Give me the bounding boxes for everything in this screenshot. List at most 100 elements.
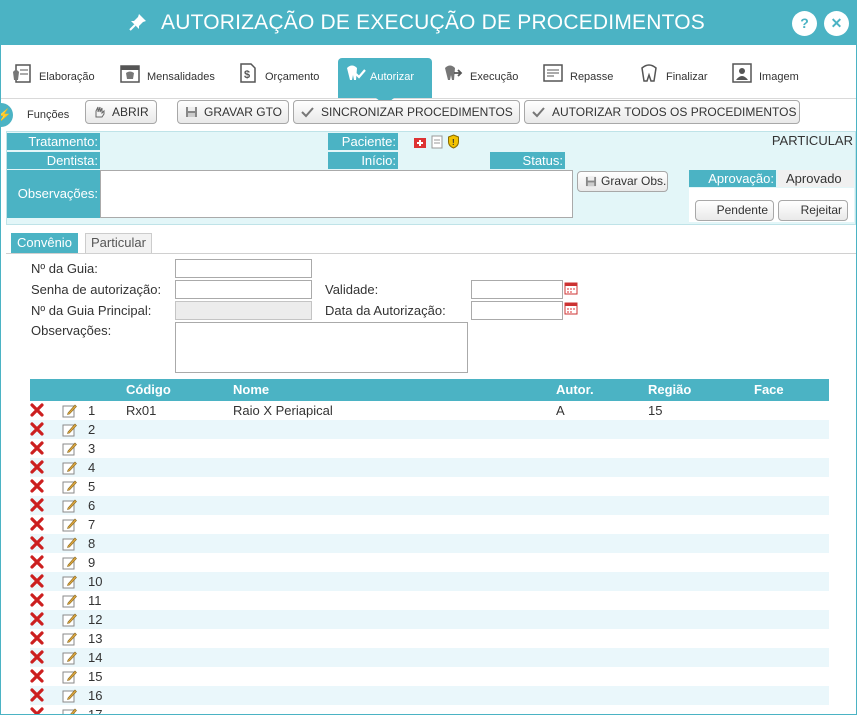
medical-kit-icon[interactable] — [413, 135, 427, 149]
tab-orcamento-label: Orçamento — [265, 71, 320, 83]
edit-icon[interactable] — [62, 555, 77, 570]
row-number: 12 — [88, 612, 103, 627]
table-row[interactable]: 6 — [30, 496, 829, 515]
edit-icon[interactable] — [62, 403, 77, 418]
delete-icon[interactable] — [30, 460, 44, 474]
gravar-obs-button[interactable]: Gravar Obs. — [577, 171, 668, 192]
guia-input[interactable] — [175, 259, 312, 278]
delete-icon[interactable] — [30, 517, 44, 531]
table-row[interactable]: 2 — [30, 420, 829, 439]
delete-icon[interactable] — [30, 574, 44, 588]
guia-principal-label: Nº da Guia Principal: — [31, 303, 152, 318]
delete-icon[interactable] — [30, 498, 44, 512]
table-row[interactable]: 13 — [30, 629, 829, 648]
abrir-button[interactable]: ABRIR — [85, 100, 157, 124]
table-row[interactable]: 7 — [30, 515, 829, 534]
delete-icon[interactable] — [30, 422, 44, 436]
delete-icon[interactable] — [30, 688, 44, 702]
table-row[interactable]: 9 — [30, 553, 829, 572]
check-icon — [301, 107, 314, 118]
status-label: Status: — [490, 152, 565, 169]
edit-icon[interactable] — [62, 593, 77, 608]
svg-text:$: $ — [244, 69, 250, 81]
delete-icon[interactable] — [30, 593, 44, 607]
treatment-header: Tratamento: Paciente: ! PARTICULAR Denti… — [6, 131, 856, 225]
svg-text:!: ! — [452, 138, 455, 147]
tab-particular[interactable]: Particular — [85, 233, 152, 253]
table-row[interactable]: 8 — [30, 534, 829, 553]
delete-icon[interactable] — [30, 441, 44, 455]
row-number: 3 — [88, 441, 96, 456]
delete-icon[interactable] — [30, 669, 44, 683]
tab-execucao-label: Execução — [470, 71, 519, 83]
autorizar-todos-button-label: AUTORIZAR TODOS OS PROCEDIMENTOS — [552, 105, 797, 119]
gravar-gto-button[interactable]: GRAVAR GTO — [177, 100, 289, 124]
observacoes-textarea[interactable] — [100, 170, 573, 218]
table-row[interactable]: 12 — [30, 610, 829, 629]
edit-icon[interactable] — [62, 498, 77, 513]
edit-icon[interactable] — [62, 612, 77, 627]
tab-convenio[interactable]: Convênio — [11, 233, 78, 253]
procedures-table-header: Código Nome Autor. Região Face — [30, 379, 829, 401]
edit-icon[interactable] — [62, 517, 77, 532]
delete-icon[interactable] — [30, 479, 44, 493]
row-number: 16 — [88, 688, 103, 703]
calendar-icon[interactable] — [564, 301, 578, 315]
validade-label: Validade: — [325, 282, 379, 297]
tab-autorizar[interactable]: Autorizar — [338, 58, 432, 105]
floppy-icon — [186, 107, 197, 117]
row-number: 2 — [88, 422, 96, 437]
table-row[interactable]: 15 — [30, 667, 829, 686]
table-row[interactable]: 14 — [30, 648, 829, 667]
table-row[interactable]: 3 — [30, 439, 829, 458]
abrir-button-label: ABRIR — [112, 105, 149, 119]
document-icon[interactable] — [431, 135, 443, 149]
delete-icon[interactable] — [30, 707, 44, 715]
delete-icon[interactable] — [30, 612, 44, 626]
delete-icon[interactable] — [30, 631, 44, 645]
senha-input[interactable] — [175, 280, 312, 299]
calendar-icon[interactable] — [564, 281, 578, 295]
edit-icon[interactable] — [62, 669, 77, 684]
table-row[interactable]: 11 — [30, 591, 829, 610]
row-codigo: Rx01 — [126, 403, 157, 418]
close-icon[interactable]: ✕ — [824, 11, 849, 36]
rejeitar-button[interactable]: Rejeitar — [778, 200, 848, 221]
autorizar-todos-button[interactable]: AUTORIZAR TODOS OS PROCEDIMENTOS — [524, 100, 800, 124]
tooth-arrow-icon — [445, 65, 463, 80]
table-row[interactable]: 16 — [30, 686, 829, 705]
edit-icon[interactable] — [62, 631, 77, 646]
form-observacoes-textarea[interactable] — [175, 322, 468, 373]
edit-icon[interactable] — [62, 422, 77, 437]
sincronizar-procedimentos-button[interactable]: SINCRONIZAR PROCEDIMENTOS — [293, 100, 520, 124]
data-autorizacao-input[interactable] — [471, 301, 563, 320]
edit-icon[interactable] — [62, 441, 77, 456]
table-row[interactable]: 1 Rx01 Raio X Periapical A 15 — [30, 401, 829, 420]
table-row[interactable]: 10 — [30, 572, 829, 591]
table-row[interactable]: 4 — [30, 458, 829, 477]
calendar-tooth-icon — [120, 65, 140, 83]
edit-icon[interactable] — [62, 707, 77, 715]
pin-icon[interactable] — [128, 12, 148, 32]
help-icon[interactable]: ? — [792, 11, 817, 36]
delete-icon[interactable] — [30, 403, 44, 417]
edit-icon[interactable] — [62, 479, 77, 494]
table-row[interactable]: 5 — [30, 477, 829, 496]
gravar-obs-label: Gravar Obs. — [601, 174, 667, 188]
tab-finalizar-label: Finalizar — [666, 71, 708, 83]
pendente-button[interactable]: Pendente — [695, 200, 774, 221]
edit-icon[interactable] — [62, 574, 77, 589]
edit-icon[interactable] — [62, 460, 77, 475]
shield-icon[interactable]: ! — [447, 134, 460, 149]
functions-label: Funções — [27, 109, 70, 121]
validade-input[interactable] — [471, 280, 563, 299]
delete-icon[interactable] — [30, 536, 44, 550]
table-row[interactable]: 17 — [30, 705, 829, 715]
edit-icon[interactable] — [62, 650, 77, 665]
edit-icon[interactable] — [62, 688, 77, 703]
delete-icon[interactable] — [30, 650, 44, 664]
delete-icon[interactable] — [30, 555, 44, 569]
senha-label: Senha de autorização: — [31, 282, 162, 297]
main-tab-bar: Elaboração Mensalidades $ Orçamento Auto… — [1, 45, 856, 105]
edit-icon[interactable] — [62, 536, 77, 551]
